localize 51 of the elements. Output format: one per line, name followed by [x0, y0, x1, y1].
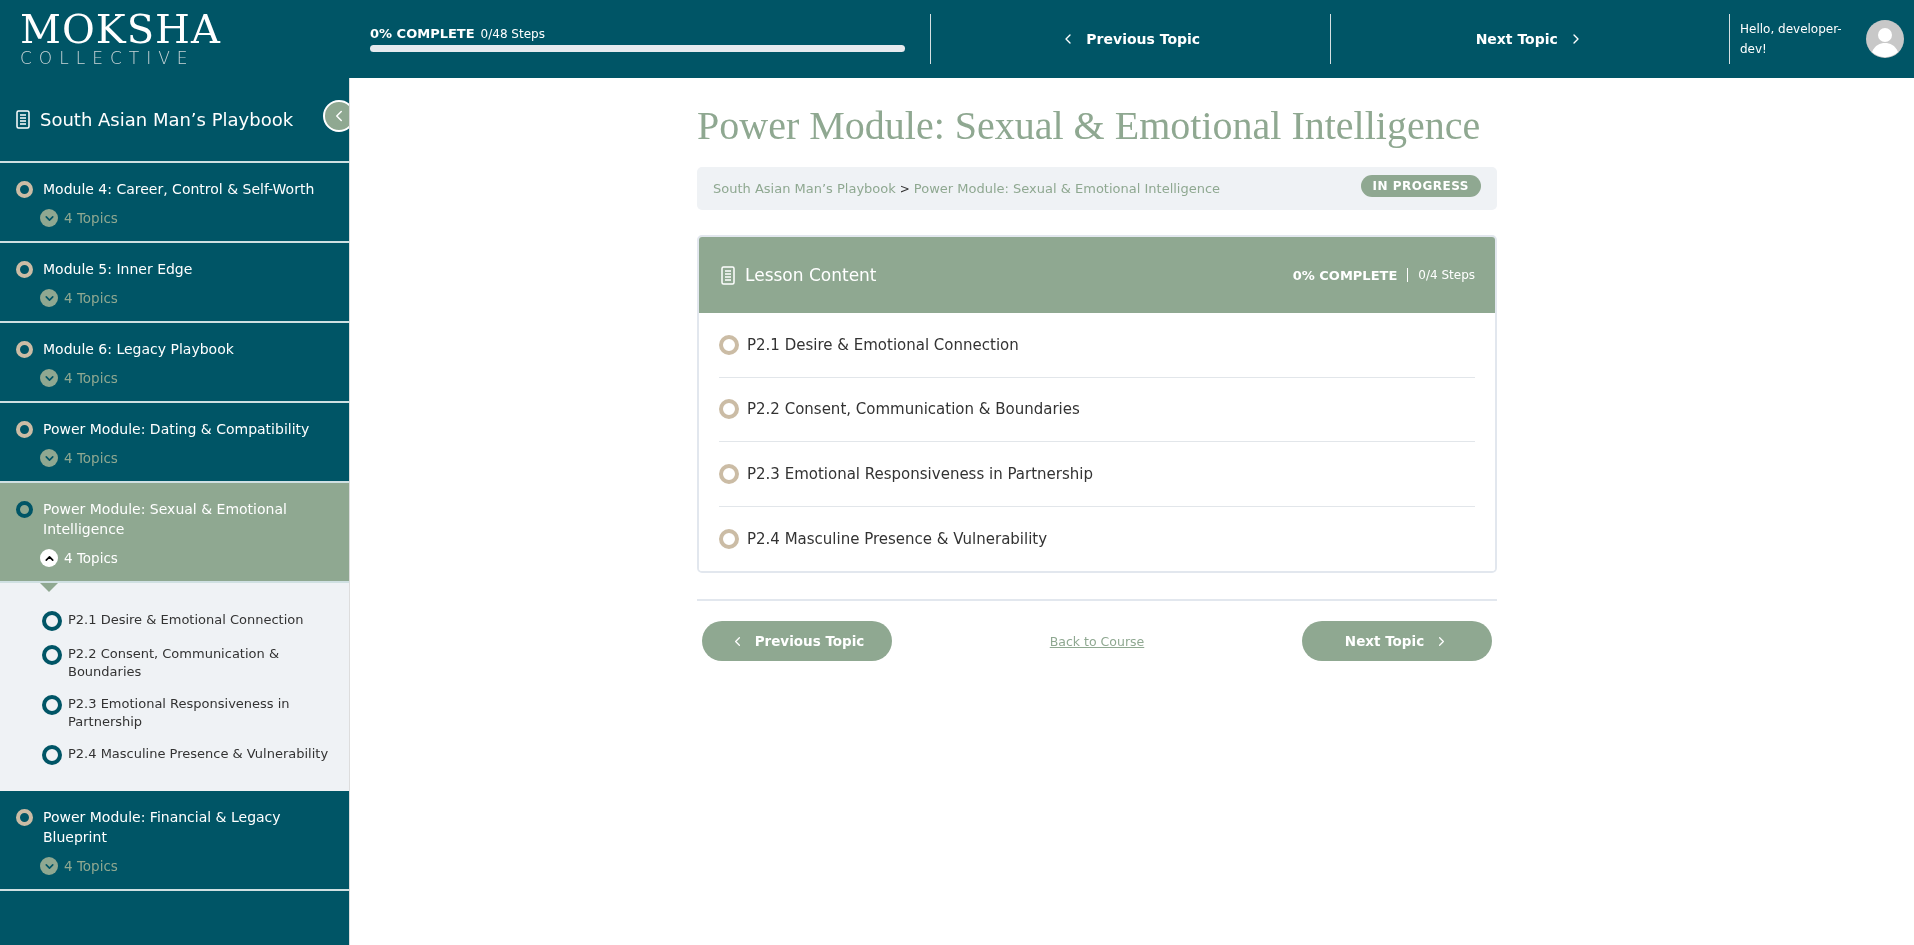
collapse-sidebar-button[interactable] — [323, 100, 349, 132]
chevron-up-icon — [40, 549, 58, 567]
lesson-progress-percent: 0% COMPLETE — [1292, 267, 1398, 283]
topic-link[interactable]: P2.3 Emotional Responsiveness in Partnership — [42, 695, 329, 731]
status-ring-icon — [16, 421, 33, 438]
avatar-icon[interactable] — [1866, 20, 1904, 58]
status-ring-icon — [719, 463, 739, 484]
chevron-down-icon — [40, 209, 58, 227]
lesson-topic-link[interactable]: P2.4 Masculine Presence & Vulnerability — [719, 506, 1475, 571]
status-badge: IN PROGRESS — [1360, 175, 1481, 197]
course-title[interactable]: South Asian Man’s Playbook — [40, 109, 294, 130]
status-ring-icon — [719, 399, 739, 420]
previous-topic-link[interactable]: Previous Topic — [1060, 31, 1201, 47]
lesson-topic-link[interactable]: P2.1 Desire & Emotional Connection — [719, 313, 1475, 378]
status-ring-icon — [719, 334, 739, 355]
module-title[interactable]: Module 5: Inner Edge — [43, 259, 193, 279]
module-title[interactable]: Power Module: Financial & Legacy Blueprint — [43, 807, 333, 847]
breadcrumb-separator: > — [899, 182, 910, 196]
status-ring-icon — [16, 181, 33, 198]
topic-link[interactable]: P2.4 Masculine Presence & Vulnerability — [42, 745, 329, 765]
status-ring-icon — [42, 645, 62, 665]
progress-steps: 0/48 Steps — [480, 27, 545, 41]
status-ring-icon — [42, 695, 62, 715]
document-icon — [16, 110, 30, 129]
user-greeting: Hello, developer-dev! — [1740, 21, 1843, 58]
status-ring-icon — [719, 528, 739, 549]
chevron-down-icon — [40, 857, 58, 875]
module-title[interactable]: Module 6: Legacy Playbook — [43, 339, 234, 359]
page-title: Power Module: Sexual & Emotional Intelligence — [697, 102, 1482, 149]
document-icon — [721, 265, 735, 285]
chevron-down-icon — [40, 369, 58, 387]
chevron-down-icon — [40, 289, 58, 307]
lesson-topic-link[interactable]: P2.3 Emotional Responsiveness in Partnership — [719, 442, 1475, 507]
next-topic-link[interactable]: Next Topic — [1475, 31, 1584, 47]
chevron-down-icon — [40, 449, 58, 467]
lesson-content-title: Lesson Content — [745, 265, 877, 285]
logo[interactable]: MOKSHA COLLECTIVE — [0, 10, 370, 68]
progress-percent: 0% COMPLETE — [370, 26, 475, 41]
lesson-topic-link[interactable]: P2.2 Consent, Communication & Boundaries — [719, 377, 1475, 442]
module-title[interactable]: Power Module: Dating & Compatibility — [43, 419, 310, 439]
status-ring-icon — [16, 501, 33, 518]
topic-link[interactable]: P2.1 Desire & Emotional Connection — [42, 611, 329, 631]
status-ring-icon — [42, 611, 62, 631]
topic-link[interactable]: P2.2 Consent, Communication & Boundaries — [42, 645, 329, 681]
pointer-notch-icon — [40, 583, 58, 592]
module-title[interactable]: Module 4: Career, Control & Self-Worth — [43, 179, 315, 199]
status-ring-icon — [42, 745, 62, 765]
status-ring-icon — [16, 341, 33, 358]
lesson-progress-steps: 0/4 Steps — [1418, 268, 1475, 282]
status-ring-icon — [16, 261, 33, 278]
status-ring-icon — [16, 809, 33, 826]
